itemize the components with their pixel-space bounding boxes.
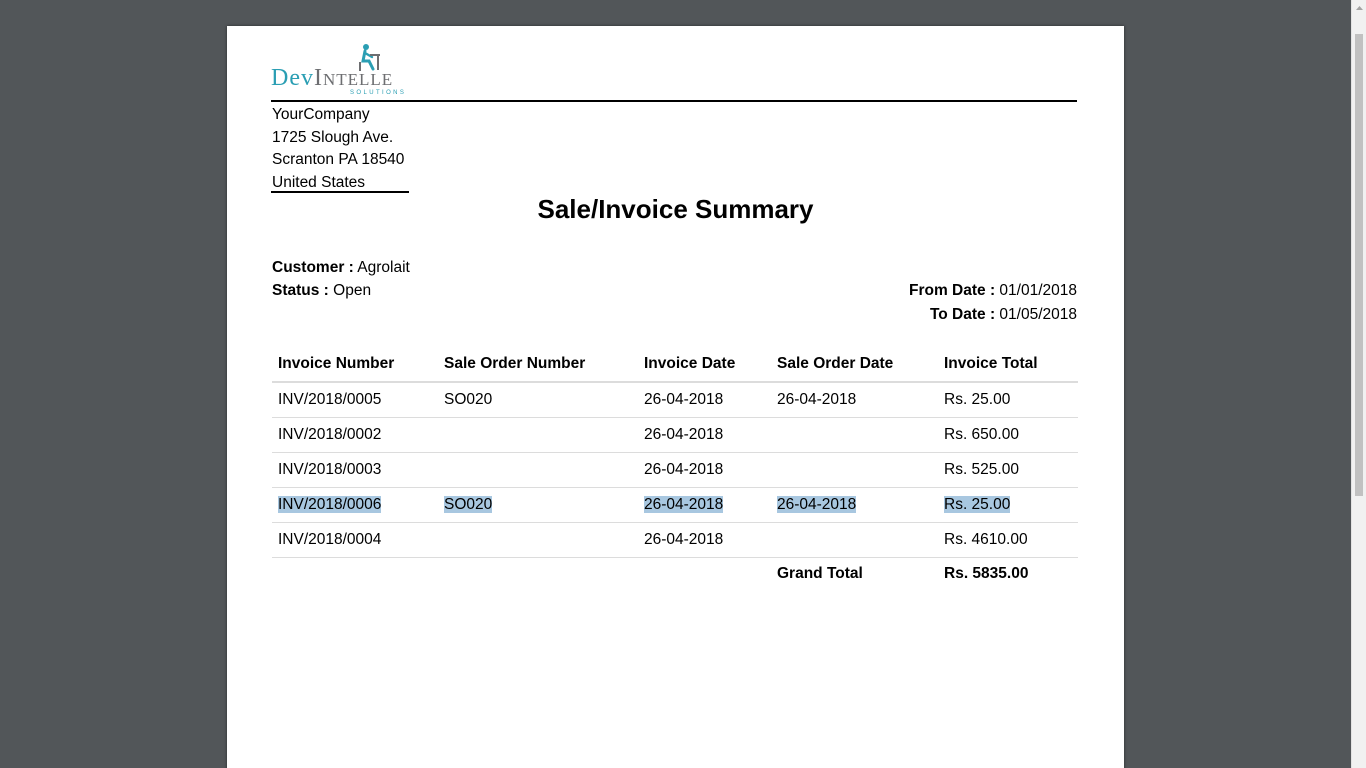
- cell-invoice-total: Rs. 525.00: [938, 452, 1078, 488]
- cell-invoice-number: INV/2018/0005: [272, 382, 438, 418]
- table-row: INV/2018/0005 SO020 26-04-2018 26-04-201…: [272, 382, 1078, 418]
- cell-text: 26-04-2018: [777, 496, 857, 513]
- cell-empty: [438, 558, 638, 591]
- cell-invoice-total: Rs. 25.00: [938, 382, 1078, 418]
- cell-text: 26-04-2018: [644, 461, 724, 478]
- cell-invoice-date: 26-04-2018: [638, 487, 771, 523]
- to-date-label: To Date :: [929, 306, 996, 323]
- to-date-row: To Date : 01/05/2018: [909, 303, 1077, 327]
- pdf-viewer: DevIntelle SOLUTIONS YourCompany 1725 Sl…: [0, 0, 1366, 768]
- logo-wordmark: DevIntelle: [271, 65, 393, 92]
- cell-invoice-date: 26-04-2018: [638, 452, 771, 488]
- cell-invoice-number: INV/2018/0006: [272, 487, 438, 523]
- cell-sale-order-date: [771, 522, 938, 558]
- cell-invoice-total: Rs. 4610.00: [938, 522, 1078, 558]
- cell-invoice-total: Rs. 25.00: [938, 487, 1078, 523]
- cell-text: INV/2018/0005: [278, 391, 382, 408]
- from-date-row: From Date : 01/01/2018: [909, 279, 1077, 303]
- customer-row: Customer : Agrolait: [272, 256, 410, 279]
- logo-dev: Dev: [271, 65, 314, 91]
- company-street: 1725 Slough Ave.: [272, 128, 394, 146]
- cell-empty: [638, 558, 771, 591]
- status-row: Status : Open: [272, 279, 410, 302]
- cell-sale-order-date: [771, 417, 938, 453]
- cell-invoice-date: 26-04-2018: [638, 417, 771, 453]
- grand-total-row: Grand Total Rs. 5835.00: [272, 558, 1078, 591]
- customer-value: Agrolait: [357, 259, 410, 276]
- table-row: INV/2018/0002 26-04-2018 Rs. 650.00: [272, 417, 1078, 453]
- company-name: YourCompany: [272, 106, 370, 123]
- cell-text: INV/2018/0006: [278, 496, 382, 513]
- cell-sale-order-number: [438, 417, 638, 453]
- report-page: DevIntelle SOLUTIONS YourCompany 1725 Sl…: [227, 26, 1124, 768]
- cell-text: INV/2018/0003: [278, 461, 382, 478]
- table-row: INV/2018/0004 26-04-2018 Rs. 4610.00: [272, 522, 1078, 558]
- cell-invoice-number: INV/2018/0002: [272, 417, 438, 453]
- cell-sale-order-date: 26-04-2018: [771, 487, 938, 523]
- table-row: INV/2018/0003 26-04-2018 Rs. 525.00: [272, 452, 1078, 488]
- cell-text: Rs. 25.00: [944, 496, 1011, 513]
- cell-text: Rs. 4610.00: [944, 531, 1028, 548]
- cell-text: 26-04-2018: [644, 426, 724, 443]
- status-value: Open: [333, 282, 372, 299]
- from-date-value: 01/01/2018: [999, 282, 1077, 299]
- report-title: Sale/Invoice Summary: [537, 194, 814, 224]
- invoice-table: Invoice Number Sale Order Number Invoice…: [272, 346, 1078, 590]
- cell-empty: [272, 558, 438, 591]
- cell-sale-order-number: [438, 522, 638, 558]
- cell-text: Rs. 525.00: [944, 461, 1019, 478]
- cell-text: SO020: [444, 496, 493, 513]
- company-logo: DevIntelle SOLUTIONS: [271, 43, 411, 99]
- report-filters-right: From Date : 01/01/2018 To Date : 01/05/2…: [909, 279, 1077, 327]
- cell-invoice-date: 26-04-2018: [638, 382, 771, 418]
- vertical-scrollbar[interactable]: [1351, 0, 1366, 768]
- to-date-value: 01/05/2018: [999, 306, 1077, 323]
- header-divider: [271, 100, 1077, 102]
- cell-text: INV/2018/0004: [278, 531, 382, 548]
- scrollbar-thumb[interactable]: [1355, 34, 1363, 496]
- header-invoice-total: Invoice Total: [938, 346, 1078, 383]
- cell-sale-order-number: SO020: [438, 382, 638, 418]
- header-sale-order-date: Sale Order Date: [771, 346, 938, 383]
- cell-text: SO020: [444, 391, 493, 408]
- company-city: Scranton PA 18540: [272, 151, 405, 169]
- cell-invoice-total: Rs. 650.00: [938, 417, 1078, 453]
- cell-text: INV/2018/0002: [278, 426, 382, 443]
- customer-label: Customer :: [272, 259, 354, 276]
- header-invoice-number: Invoice Number: [272, 346, 438, 383]
- logo-tagline: SOLUTIONS: [350, 90, 407, 96]
- scroll-up-arrow-icon[interactable]: [1352, 0, 1366, 16]
- cell-sale-order-date: [771, 452, 938, 488]
- status-label: Status :: [272, 282, 329, 299]
- cell-sale-order-number: [438, 452, 638, 488]
- cell-sale-order-date: 26-04-2018: [771, 382, 938, 418]
- table-row-selected: INV/2018/0006 SO020 26-04-2018 26-04-201…: [272, 487, 1078, 523]
- cell-invoice-date: 26-04-2018: [638, 522, 771, 558]
- cell-text: 26-04-2018: [644, 531, 724, 548]
- cell-text: Rs. 25.00: [944, 391, 1011, 408]
- grand-total-value: Rs. 5835.00: [944, 565, 1029, 582]
- cell-sale-order-number: SO020: [438, 487, 638, 523]
- header-sale-order-number: Sale Order Number: [438, 346, 638, 383]
- cell-text: Rs. 650.00: [944, 426, 1019, 443]
- logo-intelle: Intelle: [313, 65, 394, 91]
- address-divider: [271, 191, 409, 193]
- cell-invoice-number: INV/2018/0004: [272, 522, 438, 558]
- cell-text: 26-04-2018: [644, 496, 724, 513]
- cell-invoice-number: INV/2018/0003: [272, 452, 438, 488]
- cell-text: 26-04-2018: [644, 391, 724, 408]
- from-date-label: From Date :: [908, 282, 996, 299]
- report-filters-left: Customer : Agrolait Status : Open: [272, 256, 410, 302]
- grand-total-label: Grand Total: [777, 565, 863, 582]
- cell-text: 26-04-2018: [777, 391, 857, 408]
- table-header-row: Invoice Number Sale Order Number Invoice…: [272, 346, 1078, 383]
- company-address: YourCompany 1725 Slough Ave. Scranton PA…: [272, 104, 404, 194]
- header-invoice-date: Invoice Date: [638, 346, 771, 383]
